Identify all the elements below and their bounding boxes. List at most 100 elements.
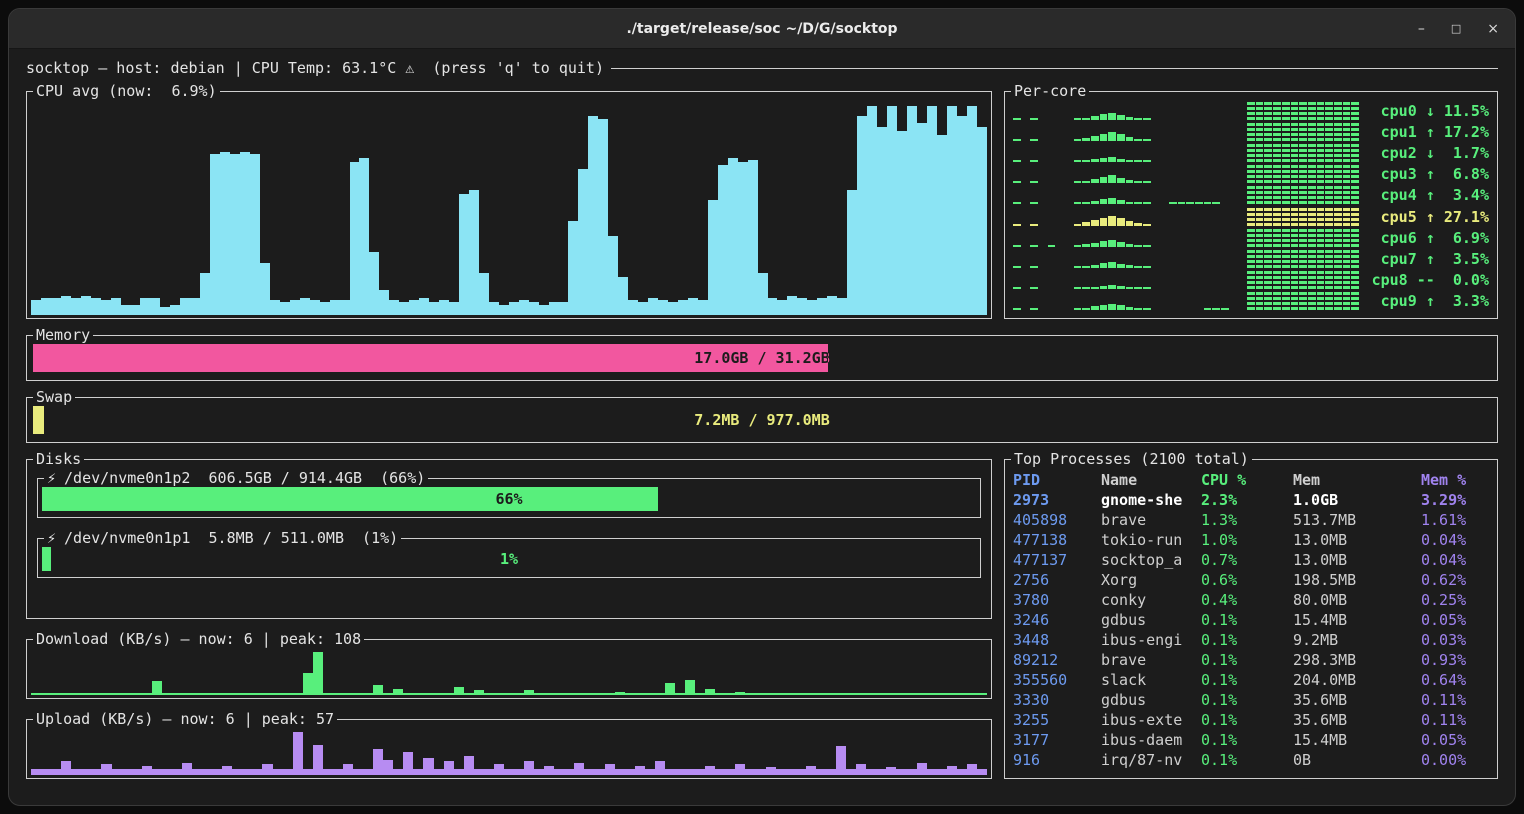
bar [1334, 208, 1342, 226]
bar [222, 693, 232, 695]
bar [1013, 181, 1021, 183]
bar [383, 760, 393, 775]
bar [353, 693, 363, 695]
swap-gauge: 7.2MB / 977.0MB7.2MB / 977.0MB [33, 406, 1491, 434]
status-text: socktop — host: debian | CPU Temp: 63.1°… [26, 59, 604, 77]
bar [1264, 229, 1272, 247]
bar [350, 162, 360, 315]
bar [897, 131, 907, 315]
bar [1291, 165, 1299, 183]
bar [252, 769, 262, 775]
bar [1282, 102, 1290, 120]
bar [1108, 175, 1116, 183]
bar [444, 761, 454, 775]
process-cell: brave [1101, 650, 1201, 670]
bar [1082, 181, 1090, 184]
bar [200, 273, 210, 315]
bar [142, 693, 152, 695]
bar [1308, 102, 1316, 120]
bar [866, 769, 876, 775]
bar [31, 769, 41, 775]
maximize-icon[interactable]: □ [1451, 23, 1461, 34]
bar [554, 769, 564, 775]
bar [708, 200, 718, 315]
bar [1143, 181, 1151, 183]
bar [1143, 224, 1151, 226]
bar [51, 298, 61, 315]
bar [957, 769, 967, 775]
process-cell: 9.2MB [1293, 630, 1421, 650]
bar [1291, 292, 1299, 310]
bar [1186, 202, 1194, 204]
bar [1264, 165, 1272, 183]
bar [1108, 198, 1116, 204]
bar [71, 769, 81, 775]
bar [886, 693, 896, 695]
bar [947, 766, 957, 775]
bar [1291, 144, 1299, 162]
bar [399, 302, 409, 315]
bar [142, 766, 152, 775]
process-cell: socktop_a [1101, 550, 1201, 570]
bar [474, 690, 484, 695]
bar [1082, 222, 1090, 225]
memory-panel: Memory 17.0GB / 31.2GB17.0GB / 31.2GB [26, 335, 1498, 381]
bar [479, 273, 489, 315]
bar [333, 769, 343, 775]
bar [1013, 139, 1021, 141]
bar [389, 300, 399, 315]
process-cell: 0B [1293, 750, 1421, 770]
bar [807, 300, 817, 315]
bar [1143, 266, 1151, 268]
bar [685, 769, 695, 775]
bar [1134, 287, 1142, 289]
app-window: ./target/release/soc ~/D/G/socktop – □ ×… [8, 8, 1516, 806]
bar [150, 298, 160, 315]
swap-title: Swap [33, 388, 75, 406]
bar [1343, 165, 1351, 183]
disk-0-gauge: 66%66% [42, 487, 976, 511]
bar [504, 769, 514, 775]
bar [419, 298, 429, 315]
bar [270, 300, 280, 315]
bar [1299, 102, 1307, 120]
bar [695, 693, 705, 695]
bar [688, 298, 698, 315]
bar [529, 302, 539, 315]
bar [222, 766, 232, 775]
bar [379, 290, 389, 315]
bar [1117, 242, 1125, 247]
bar [359, 158, 369, 315]
bar [1013, 308, 1021, 310]
bar [564, 769, 574, 775]
bar [1273, 144, 1281, 162]
bar [140, 298, 150, 315]
bar [280, 302, 290, 315]
bar [705, 689, 715, 695]
titlebar[interactable]: ./target/release/soc ~/D/G/socktop – □ × [9, 9, 1515, 49]
close-icon[interactable]: × [1487, 22, 1499, 36]
bar [618, 277, 628, 315]
disk-0-label: /dev/nvme0n1p2 606.5GB / 914.4GB (66%) [64, 469, 425, 487]
bar [260, 263, 270, 315]
bar [290, 300, 300, 315]
bar [655, 693, 665, 695]
bar [1299, 165, 1307, 183]
bar [1351, 250, 1359, 268]
bar [1143, 160, 1151, 162]
bar [1299, 292, 1307, 310]
bar [648, 298, 658, 315]
gauge-fill: 17.0GB / 31.2GB [33, 344, 828, 372]
bar [1082, 308, 1090, 310]
bar [776, 769, 786, 775]
bar [837, 298, 847, 315]
bar [1030, 139, 1038, 141]
bar [768, 298, 778, 315]
bar [1308, 271, 1316, 289]
bar [1334, 229, 1342, 247]
bar [1351, 208, 1359, 226]
bar [554, 693, 564, 695]
bar [132, 769, 142, 775]
bar [886, 767, 896, 775]
minimize-icon[interactable]: – [1418, 22, 1425, 36]
